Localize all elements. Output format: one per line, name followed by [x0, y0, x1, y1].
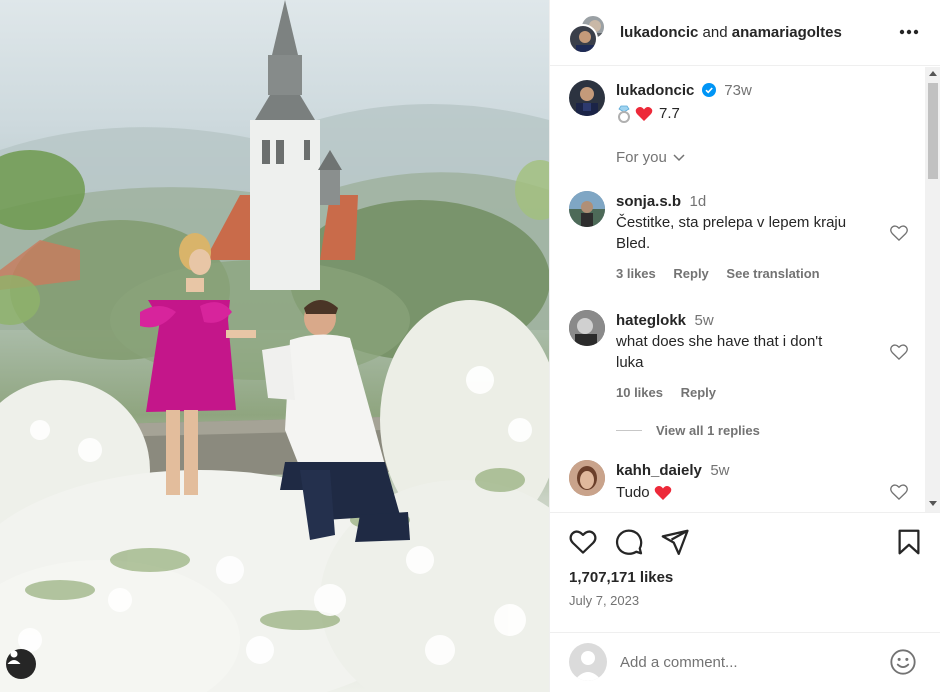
red-heart-emoji — [654, 485, 671, 500]
comment-time[interactable]: 5w — [710, 462, 729, 479]
avatar[interactable] — [569, 460, 605, 496]
see-translation-button[interactable]: See translation — [726, 266, 819, 281]
comment-header: sonja.s.b 1d — [616, 193, 706, 211]
comment-username[interactable]: sonja.s.b — [616, 193, 681, 210]
comment-meta: 3 likes Reply See translation — [616, 266, 834, 281]
comment-username[interactable]: hateglokk — [616, 312, 686, 329]
add-comment-bar — [550, 632, 940, 692]
red-heart-emoji — [635, 106, 653, 121]
comment-text-line: luka — [616, 354, 644, 371]
comment-header: kahh_daiely 5w — [616, 462, 730, 480]
comment-text: what does she have that i don't luka — [616, 331, 886, 373]
caption-username[interactable]: lukadoncic — [616, 82, 694, 99]
emoji-icon[interactable] — [889, 648, 917, 676]
post-photo[interactable] — [0, 0, 549, 692]
collab-avatars[interactable] — [568, 14, 608, 54]
avatar[interactable] — [569, 191, 605, 227]
comment-icon[interactable] — [614, 527, 644, 557]
caption-header: lukadoncic 73w — [616, 82, 752, 100]
more-horizontal-icon — [899, 29, 919, 35]
comment-text-line: Tudo — [616, 484, 650, 501]
comment-input[interactable] — [620, 651, 870, 673]
reply-button[interactable]: Reply — [673, 266, 708, 281]
for-you-filter[interactable]: For you — [616, 149, 685, 166]
more-options-button[interactable] — [897, 22, 921, 42]
for-you-label: For you — [616, 149, 667, 166]
avatar[interactable] — [569, 310, 605, 346]
avatar[interactable] — [569, 80, 605, 116]
verified-badge-icon — [701, 83, 716, 97]
comment-likes[interactable]: 10 likes — [616, 385, 663, 400]
post-date[interactable]: July 7, 2023 — [569, 593, 639, 608]
post-actions: 1,707,171 likes July 7, 2023 — [550, 512, 940, 632]
chevron-down-icon — [673, 153, 685, 161]
caption-text: 7.7 — [659, 105, 680, 122]
likes-count[interactable]: 1,707,171 likes — [569, 569, 673, 586]
post-authors: lukadoncic and anamariagoltes — [620, 24, 842, 41]
comments-scrollbar[interactable] — [925, 67, 940, 512]
authors-joiner: and — [702, 24, 728, 41]
post-header: lukadoncic and anamariagoltes — [550, 0, 940, 66]
author-username[interactable]: lukadoncic — [620, 24, 698, 41]
comment-likes[interactable]: 3 likes — [616, 266, 656, 281]
comment-header: hateglokk 5w — [616, 312, 714, 330]
replies-divider — [616, 430, 642, 431]
comment-time[interactable]: 1d — [689, 193, 706, 210]
bookmark-icon[interactable] — [894, 527, 924, 557]
tagged-users-icon[interactable] — [6, 649, 36, 679]
comments-list[interactable]: lukadoncic 73w 7.7 For you sonja.s.b 1d … — [550, 67, 925, 512]
comment-time[interactable]: 5w — [694, 312, 713, 329]
comment-text: Tudo — [616, 482, 672, 503]
comment-text-line: what does she have that i don't — [616, 333, 823, 350]
caption-text-row: 7.7 — [616, 103, 680, 124]
avatar — [568, 24, 598, 54]
scroll-thumb[interactable] — [928, 83, 938, 179]
comment-meta: 10 likes Reply — [616, 385, 730, 400]
comment-text-line: Bled. — [616, 235, 651, 252]
comment-text: Čestitke, sta prelepa v lepem kraju Bled… — [616, 212, 886, 254]
scroll-up-arrow-icon[interactable] — [929, 71, 937, 76]
reply-button[interactable]: Reply — [681, 385, 716, 400]
comment-like-heart-icon[interactable] — [889, 342, 909, 362]
send-icon[interactable] — [660, 527, 690, 557]
comment-like-heart-icon[interactable] — [889, 223, 909, 243]
ring-emoji — [618, 105, 630, 123]
heart-icon[interactable] — [568, 527, 598, 557]
comment-username[interactable]: kahh_daiely — [616, 462, 702, 479]
current-user-avatar — [569, 643, 607, 681]
post-details-panel: lukadoncic and anamariagoltes lukadoncic… — [549, 0, 940, 692]
collab-username[interactable]: anamariagoltes — [732, 24, 842, 41]
view-replies-label: View all 1 replies — [656, 423, 760, 438]
view-replies-button[interactable]: View all 1 replies — [616, 423, 760, 438]
scroll-down-arrow-icon[interactable] — [929, 501, 937, 506]
comment-like-heart-icon[interactable] — [889, 482, 909, 502]
proposal-scene-image — [0, 0, 549, 692]
caption-time[interactable]: 73w — [724, 82, 752, 99]
comment-text-line: Čestitke, sta prelepa v lepem kraju — [616, 214, 847, 231]
